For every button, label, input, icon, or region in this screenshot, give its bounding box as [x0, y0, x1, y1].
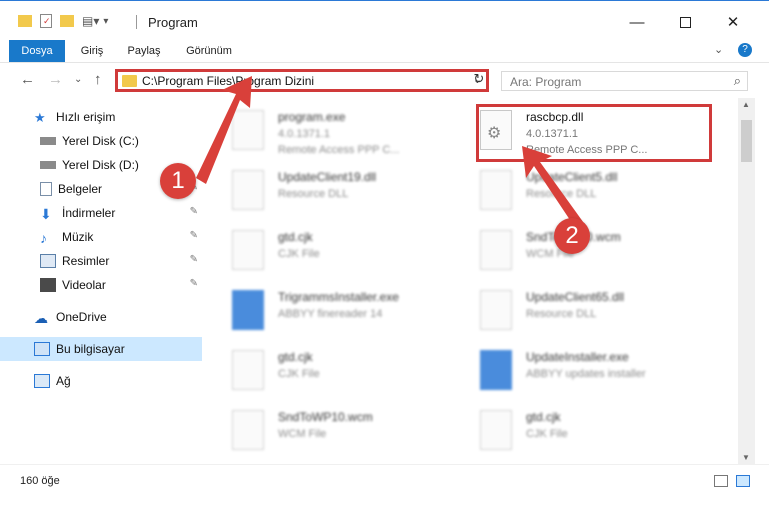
arrow-1-shape — [196, 76, 252, 184]
step-badge-1: 1 — [160, 163, 196, 199]
step-badge-2: 2 — [554, 218, 590, 254]
annotation-arrows — [196, 76, 586, 232]
